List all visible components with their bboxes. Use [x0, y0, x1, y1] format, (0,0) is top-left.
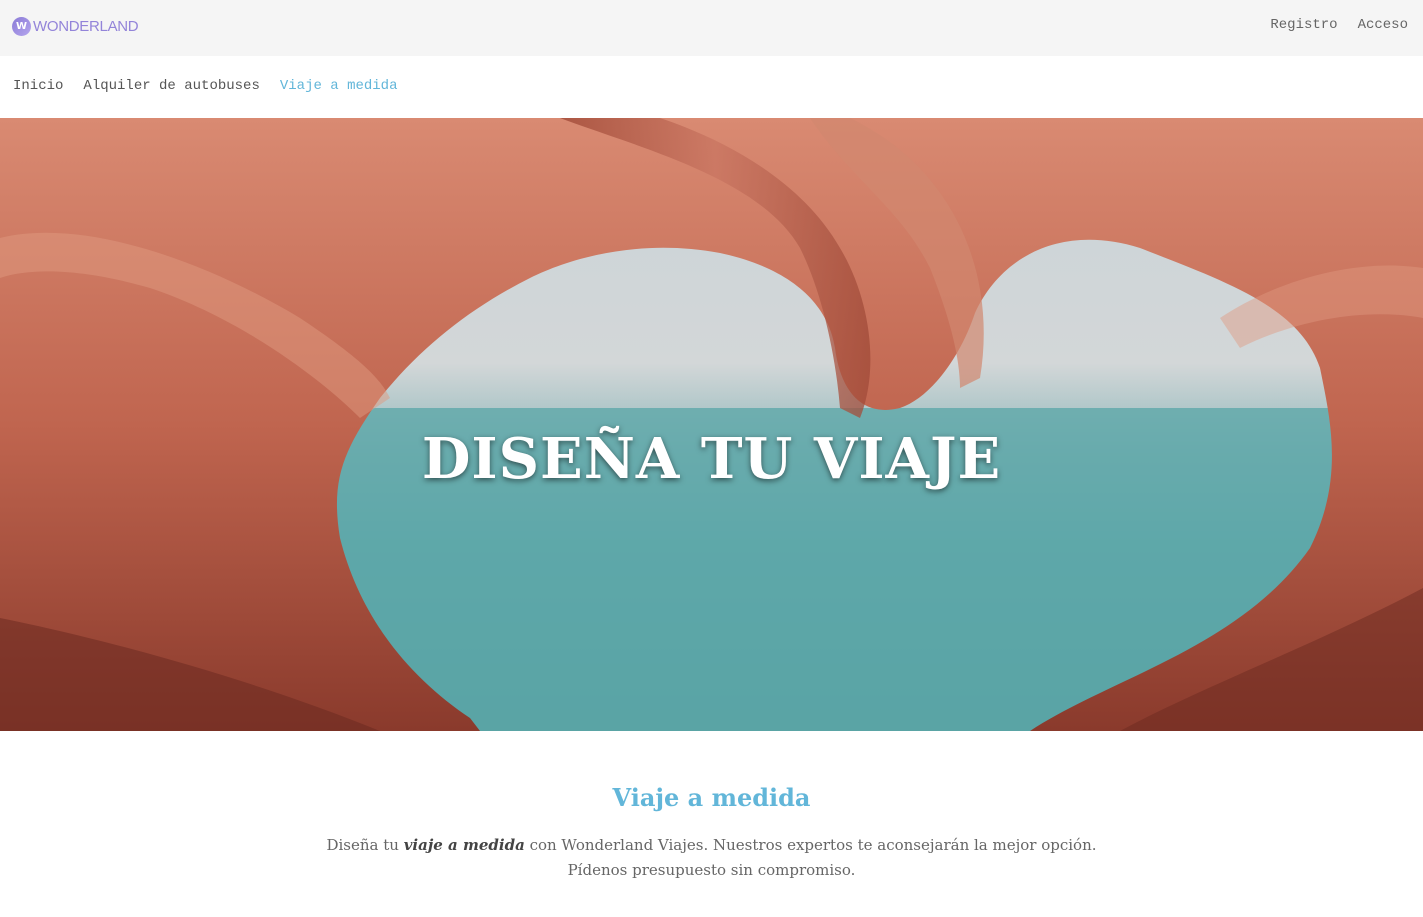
register-link[interactable]: Registro	[1270, 17, 1337, 33]
hero-banner: DISEÑA TU VIAJE	[0, 118, 1423, 731]
logo-text: WONDERLAND	[33, 17, 139, 35]
hero-title: DISEÑA TU VIAJE	[421, 426, 1002, 492]
nav-item-inicio[interactable]: Inicio	[13, 78, 63, 94]
description-text-start: Diseña tu	[326, 836, 404, 854]
description-text-end: con Wonderland Viajes. Nuestros expertos…	[524, 836, 1097, 854]
login-link[interactable]: Acceso	[1358, 17, 1408, 33]
description-emphasis: viaje a medida	[403, 836, 525, 854]
logo[interactable]: W WONDERLAND	[12, 15, 139, 37]
logo-mark-icon: W	[12, 16, 31, 36]
description-line-2: Pídenos presupuesto sin compromiso.	[567, 861, 856, 879]
top-bar: W WONDERLAND Registro Acceso	[0, 0, 1423, 56]
nav-item-alquiler-autobuses[interactable]: Alquiler de autobuses	[83, 78, 259, 94]
nav-item-viaje-a-medida[interactable]: Viaje a medida	[280, 78, 398, 94]
section-title: Viaje a medida	[612, 783, 811, 812]
main-nav: Inicio Alquiler de autobuses Viaje a med…	[13, 78, 397, 94]
hero-image	[0, 118, 1423, 731]
account-links: Registro Acceso	[1270, 17, 1408, 33]
section-description: Diseña tu viaje a medida con Wonderland …	[0, 833, 1423, 883]
